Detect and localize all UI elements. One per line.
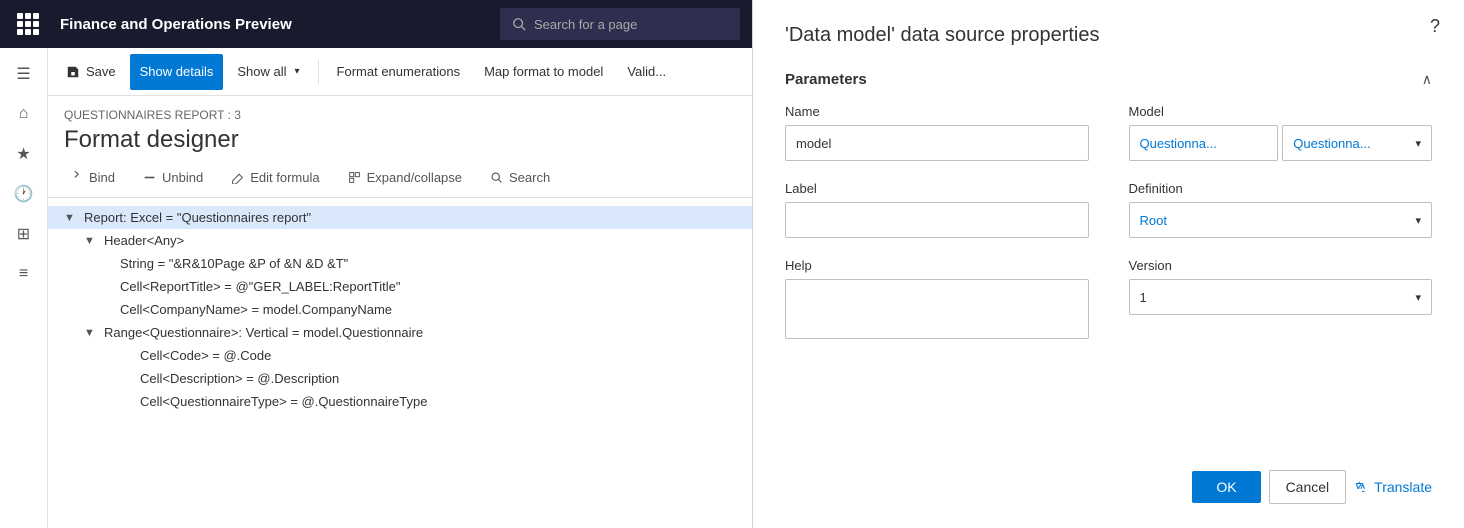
definition-label: Definition [1129, 181, 1433, 196]
app-title: Finance and Operations Preview [60, 16, 484, 33]
tree-item[interactable]: Cell<ReportTitle> = @"GER_LABEL:ReportTi… [48, 275, 752, 298]
unbind-button[interactable]: Unbind [137, 166, 209, 189]
breadcrumb: QUESTIONNAIRES REPORT : 3 [64, 108, 736, 122]
label-field-group: Label [785, 181, 1089, 238]
tree-item[interactable]: Cell<Description> = @.Description [48, 367, 752, 390]
help-field-group: Help [785, 258, 1089, 339]
tree-toggle[interactable]: ▼ [84, 235, 100, 247]
version-field-group: Version 1 ▾ [1129, 258, 1433, 339]
show-all-button[interactable]: Show all ▾ [227, 54, 309, 90]
bottom-actions: OK Cancel Translate [785, 446, 1432, 504]
name-field-group: Name [785, 104, 1089, 161]
help-textarea[interactable] [785, 279, 1089, 339]
tree-item[interactable]: ▼ Range<Questionnaire>: Vertical = model… [48, 321, 752, 344]
ok-button[interactable]: OK [1192, 471, 1260, 503]
recent-icon[interactable]: 🕐 [6, 176, 42, 212]
format-enumerations-button[interactable]: Format enumerations [327, 54, 471, 90]
version-value: 1 [1140, 290, 1147, 305]
panel-title: 'Data model' data source properties [785, 24, 1432, 47]
save-icon [66, 65, 80, 79]
top-navbar: Finance and Operations Preview Search fo… [0, 0, 752, 48]
model-field-group: Model Questionna... Questionna... ▾ [1129, 104, 1433, 161]
unbind-icon [143, 171, 156, 184]
map-format-to-model-button[interactable]: Map format to model [474, 54, 613, 90]
definition-chevron: ▾ [1415, 214, 1421, 227]
tree-item[interactable]: Cell<Code> = @.Code [48, 344, 752, 367]
expand-collapse-button[interactable]: Expand/collapse [342, 166, 468, 189]
hamburger-icon[interactable]: ☰ [6, 56, 42, 92]
version-label: Version [1129, 258, 1433, 273]
home-icon[interactable]: ⌂ [6, 96, 42, 132]
expand-collapse-icon [348, 171, 361, 184]
page-header: QUESTIONNAIRES REPORT : 3 Format designe… [48, 96, 752, 158]
show-all-chevron: ▾ [295, 66, 300, 77]
list-icon[interactable]: ≡ [6, 256, 42, 292]
validate-button[interactable]: Valid... [617, 54, 676, 90]
panel-section-header: Parameters ∧ [785, 71, 1432, 88]
version-chevron: ▾ [1415, 291, 1421, 304]
toolbar-separator [318, 60, 319, 84]
search-placeholder: Search for a page [534, 17, 637, 32]
tree-item[interactable]: ▼ Header<Any> [48, 229, 752, 252]
favorites-icon[interactable]: ★ [6, 136, 42, 172]
search-small-icon [490, 171, 503, 184]
search-icon [512, 17, 526, 31]
tree-toggle[interactable]: ▼ [64, 212, 80, 224]
show-details-button[interactable]: Show details [130, 54, 224, 90]
model-select-1-value: Questionna... [1140, 136, 1217, 151]
left-sidebar: ☰ ⌂ ★ 🕐 ⊞ ≡ [0, 48, 48, 528]
format-tree: ▼ Report: Excel = "Questionnaires report… [48, 198, 752, 528]
model-select-2[interactable]: Questionna... ▾ [1282, 125, 1432, 161]
bind-icon [70, 171, 83, 184]
definition-field-group: Definition Root ▾ [1129, 181, 1433, 238]
search-button[interactable]: Search [484, 166, 556, 189]
right-panel: ? 'Data model' data source properties Pa… [752, 0, 1464, 528]
version-select[interactable]: 1 ▾ [1129, 279, 1433, 315]
tree-item[interactable]: Cell<CompanyName> = model.CompanyName [48, 298, 752, 321]
model-label: Model [1129, 104, 1433, 119]
secondary-toolbar: Bind Unbind Edit formula Expand/collapse… [48, 158, 752, 198]
collapse-icon[interactable]: ∧ [1422, 71, 1432, 88]
save-button[interactable]: Save [56, 54, 126, 90]
tree-item[interactable]: Cell<QuestionnaireType> = @.Questionnair… [48, 390, 752, 413]
edit-formula-icon [231, 171, 244, 184]
cancel-button[interactable]: Cancel [1269, 470, 1347, 504]
definition-value: Root [1140, 213, 1167, 228]
edit-formula-button[interactable]: Edit formula [225, 166, 325, 189]
page-title: Format designer [64, 126, 736, 154]
translate-icon [1354, 480, 1368, 494]
label-label: Label [785, 181, 1089, 196]
app-grid-icon[interactable] [12, 8, 44, 40]
section-label: Parameters [785, 71, 867, 88]
main-toolbar: Save Show details Show all ▾ Format enum… [48, 48, 752, 96]
help-label: Help [785, 258, 1089, 273]
name-label: Name [785, 104, 1089, 119]
tree-toggle[interactable]: ▼ [84, 327, 100, 339]
parameters-form: Name Model Questionna... Questionna... ▾… [785, 104, 1432, 339]
global-search[interactable]: Search for a page [500, 8, 740, 40]
name-input[interactable] [785, 125, 1089, 161]
help-icon[interactable]: ? [1430, 16, 1440, 37]
tree-item[interactable]: ▼ Report: Excel = "Questionnaires report… [48, 206, 752, 229]
model-select-chevron: ▾ [1415, 137, 1421, 150]
bind-button[interactable]: Bind [64, 166, 121, 189]
translate-button[interactable]: Translate [1354, 479, 1432, 495]
tree-item[interactable]: String = "&R&10Page &P of &N &D &T" [48, 252, 752, 275]
model-select-1[interactable]: Questionna... [1129, 125, 1279, 161]
model-select-2-value: Questionna... [1293, 136, 1370, 151]
definition-select[interactable]: Root ▾ [1129, 202, 1433, 238]
label-input[interactable] [785, 202, 1089, 238]
workspaces-icon[interactable]: ⊞ [6, 216, 42, 252]
